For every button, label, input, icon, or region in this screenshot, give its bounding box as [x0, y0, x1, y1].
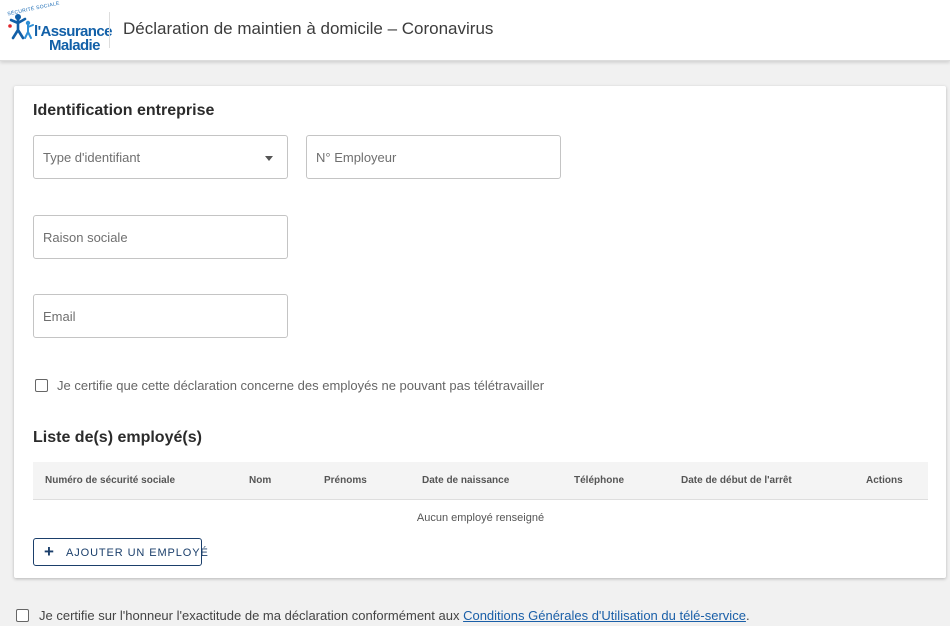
- column-header[interactable]: Prénoms: [324, 475, 367, 486]
- employees-section-title: Liste de(s) employé(s): [33, 429, 202, 446]
- logo-brand-line2: Maladie: [49, 37, 100, 54]
- column-header[interactable]: Téléphone: [574, 475, 624, 486]
- column-header[interactable]: Numéro de sécurité sociale: [45, 475, 175, 486]
- plus-icon: +: [44, 542, 54, 561]
- column-header[interactable]: Date de naissance: [422, 475, 509, 486]
- table-empty-row: Aucun employé renseigné: [33, 500, 928, 538]
- app-header: SÉCURITÉ SOCIALE l'Assurance Maladie Déc…: [0, 0, 950, 61]
- type-identifiant-placeholder: Type d'identifiant: [43, 150, 141, 165]
- certification-suffix: .: [745, 608, 750, 623]
- assurance-maladie-logo[interactable]: SÉCURITÉ SOCIALE l'Assurance Maladie: [4, 1, 112, 54]
- column-header: Actions: [866, 475, 903, 486]
- column-header[interactable]: Nom: [249, 475, 271, 486]
- teletravail-checkbox-label[interactable]: Je certifie que cette déclaration concer…: [57, 378, 544, 393]
- employees-table: Numéro de sécurité sociale Nom Prénoms D…: [33, 462, 928, 538]
- teletravail-checkbox[interactable]: [35, 379, 48, 392]
- column-header[interactable]: Date de début de l'arrêt: [681, 475, 792, 486]
- raison-sociale-placeholder: Raison sociale: [43, 230, 128, 245]
- header-divider: [109, 12, 110, 48]
- email-placeholder: Email: [43, 309, 76, 324]
- add-employee-label: AJOUTER UN EMPLOYÉ: [66, 547, 209, 559]
- table-header: Numéro de sécurité sociale Nom Prénoms D…: [33, 462, 928, 500]
- numero-employeur-placeholder: N° Employeur: [316, 150, 397, 165]
- certification-text: Je certifie sur l'honneur l'exactitude d…: [39, 608, 464, 623]
- page-title: Déclaration de maintien à domicile – Cor…: [123, 19, 494, 38]
- type-identifiant-select[interactable]: Type d'identifiant: [33, 135, 288, 179]
- identification-section-title: Identification entreprise: [33, 102, 215, 119]
- cgu-link[interactable]: Conditions Générales d'Utilisation du té…: [463, 608, 746, 623]
- certification-checkbox[interactable]: [16, 609, 29, 622]
- empty-table-message: Aucun employé renseigné: [416, 512, 545, 524]
- declaration-form-card: Identification entreprise Type d'identif…: [14, 86, 946, 578]
- raison-sociale-input[interactable]: Raison sociale: [33, 215, 288, 259]
- add-employee-button[interactable]: + AJOUTER UN EMPLOYÉ: [33, 538, 208, 566]
- email-input[interactable]: Email: [33, 294, 288, 338]
- numero-employeur-input[interactable]: N° Employeur: [306, 135, 561, 179]
- caret-down-icon: [265, 156, 273, 161]
- certification-label[interactable]: Je certifie sur l'honneur l'exactitude d…: [39, 608, 750, 623]
